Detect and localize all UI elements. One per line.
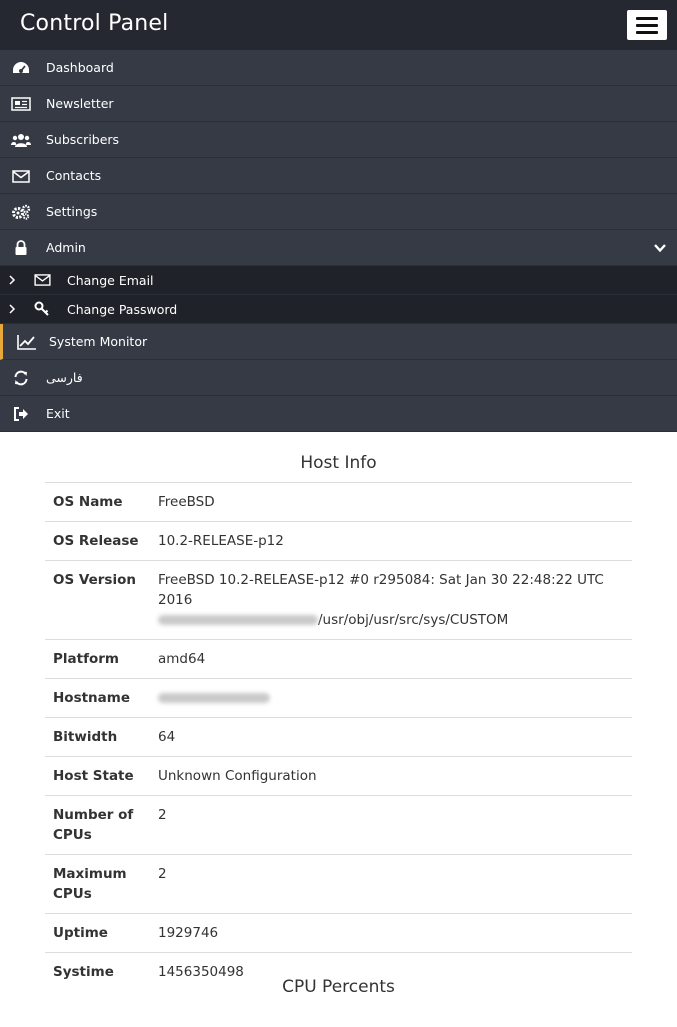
hamburger-menu-button[interactable] xyxy=(627,10,667,40)
key-icon xyxy=(33,301,51,317)
nav-item-exit[interactable]: Exit xyxy=(0,396,677,432)
table-row: Maximum CPUs 2 xyxy=(45,854,632,914)
nav-label: Settings xyxy=(46,204,98,219)
sign-out-icon xyxy=(11,405,31,423)
envelope-icon xyxy=(11,167,31,185)
subnav-item-change-password[interactable]: Change Password xyxy=(0,295,677,324)
top-bar: Control Panel xyxy=(0,0,677,50)
chevron-down-icon[interactable] xyxy=(653,241,667,255)
nav-item-language[interactable]: فارسی xyxy=(0,360,677,396)
nav-label: فارسی xyxy=(46,370,83,385)
gears-icon xyxy=(11,203,31,221)
sidebar-nav: Dashboard Newsletter Subscribers Contact… xyxy=(0,50,677,432)
table-row: OS Name FreeBSD xyxy=(45,482,632,522)
hamburger-icon xyxy=(636,16,658,20)
nav-item-settings[interactable]: Settings xyxy=(0,194,677,230)
table-row: Platform amd64 xyxy=(45,639,632,679)
os-version-line2: /usr/obj/usr/src/sys/CUSTOM xyxy=(318,612,509,628)
nav-label: Exit xyxy=(46,406,70,421)
table-row: Bitwidth 64 xyxy=(45,717,632,757)
nav-item-system-monitor[interactable]: System Monitor xyxy=(0,324,677,360)
chevron-right-icon xyxy=(9,304,16,314)
app-title[interactable]: Control Panel xyxy=(20,11,168,36)
users-icon xyxy=(11,131,31,149)
table-row: Uptime 1929746 xyxy=(45,913,632,953)
nav-item-newsletter[interactable]: Newsletter xyxy=(0,86,677,122)
chevron-right-icon xyxy=(9,275,16,285)
refresh-icon xyxy=(11,369,31,387)
cpu-percents-title: CPU Percents xyxy=(282,977,395,997)
envelope-icon xyxy=(33,272,51,288)
table-row: Host State Unknown Configuration xyxy=(45,756,632,796)
nav-item-contacts[interactable]: Contacts xyxy=(0,158,677,194)
os-version-line1: FreeBSD 10.2-RELEASE-p12 #0 r295084: Sat… xyxy=(158,572,604,608)
redacted-hostname xyxy=(158,693,270,703)
table-row: Hostname xyxy=(45,678,632,718)
nav-item-dashboard[interactable]: Dashboard xyxy=(0,50,677,86)
table-row: Number of CPUs 2 xyxy=(45,795,632,855)
subnav-label: Change Email xyxy=(67,273,154,288)
dashboard-icon xyxy=(11,59,31,77)
host-info-table: OS Name FreeBSD OS Release 10.2-RELEASE-p1… xyxy=(45,482,632,991)
nav-item-subscribers[interactable]: Subscribers xyxy=(0,122,677,158)
host-info-title: Host Info xyxy=(300,453,377,473)
main-content: Host Info OS Name FreeBSD OS Release 10.2-… xyxy=(45,432,632,991)
nav-label: Newsletter xyxy=(46,96,114,111)
nav-label: System Monitor xyxy=(49,334,148,349)
nav-label: Admin xyxy=(46,240,86,255)
lock-icon xyxy=(11,239,31,257)
nav-label: Dashboard xyxy=(46,60,114,75)
nav-label: Contacts xyxy=(46,168,102,183)
subnav-label: Change Password xyxy=(67,302,178,317)
redacted-text xyxy=(158,615,318,625)
nav-item-admin[interactable]: Admin xyxy=(0,230,677,266)
table-row: OS Version FreeBSD 10.2-RELEASE-p12 #0 r… xyxy=(45,560,632,640)
table-row: OS Release 10.2-RELEASE-p12 xyxy=(45,521,632,561)
line-chart-icon xyxy=(17,333,37,351)
newspaper-icon xyxy=(11,95,31,113)
nav-label: Subscribers xyxy=(46,132,120,147)
subnav-item-change-email[interactable]: Change Email xyxy=(0,266,677,295)
